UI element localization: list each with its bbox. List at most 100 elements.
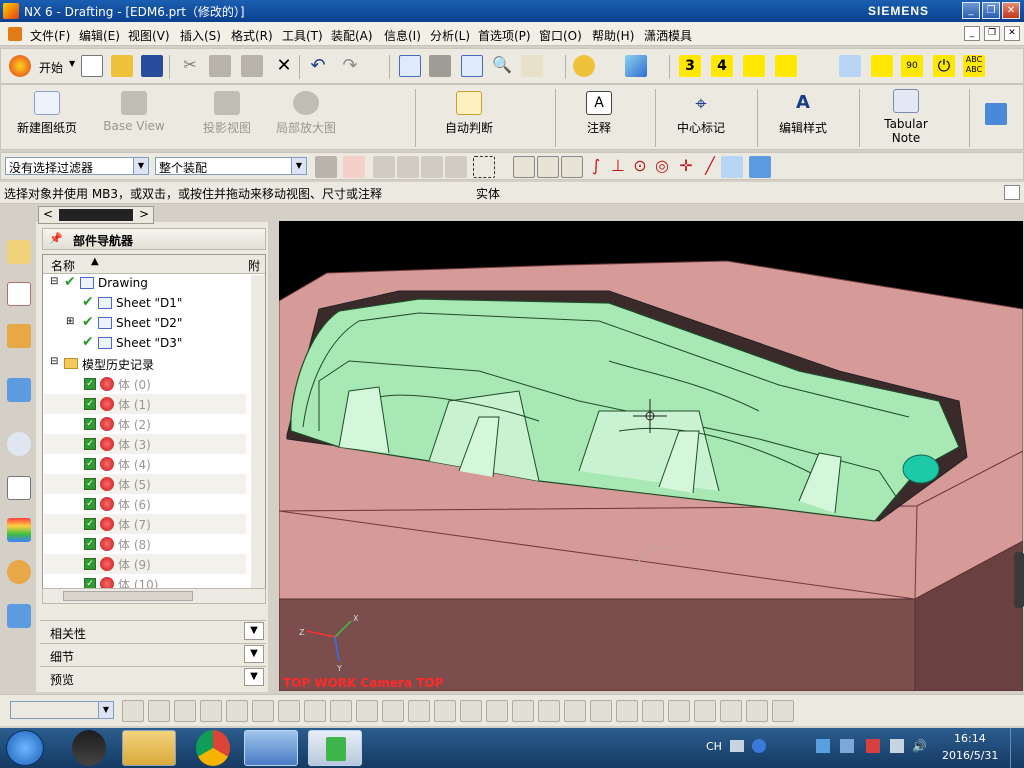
tangent-icon[interactable] <box>486 700 508 722</box>
rectangle-select-icon[interactable] <box>473 156 495 178</box>
projected-view-button[interactable]: 投影视图 <box>199 91 255 136</box>
network-icon[interactable] <box>866 739 880 753</box>
tree-row-body[interactable]: ✓ 体 (0) <box>44 374 246 394</box>
visibility-checkbox[interactable]: ✓ <box>84 558 96 570</box>
expand-icon[interactable]: ⊞ <box>66 316 74 327</box>
snap-body-icon[interactable] <box>749 156 771 178</box>
snap-curve-icon[interactable]: ∫ <box>585 156 607 178</box>
preview-section[interactable]: 预览 ▼ <box>40 666 266 688</box>
undo-icon[interactable]: ↶ <box>307 55 329 77</box>
select-icon-2[interactable] <box>397 156 419 178</box>
tree-row-body[interactable]: ✓ 体 (1) <box>44 394 246 414</box>
layer-4-icon[interactable]: 4 <box>711 55 733 77</box>
parallel-icon[interactable] <box>512 700 534 722</box>
new-sheet-button[interactable]: 新建图纸页 <box>17 91 77 136</box>
pan-icon[interactable] <box>521 55 543 77</box>
explorer-icon[interactable] <box>122 730 176 766</box>
snap-quadrant-icon[interactable]: ◎ <box>651 156 673 178</box>
tree-row-body[interactable]: ✓ 体 (8) <box>44 534 246 554</box>
system-materials-icon[interactable] <box>7 476 31 500</box>
filter-settings-icon[interactable] <box>315 156 337 178</box>
tree-vertical-scrollbar[interactable] <box>251 275 265 603</box>
project-icon[interactable] <box>720 700 742 722</box>
visibility-checkbox[interactable]: ✓ <box>84 438 96 450</box>
clock-time[interactable]: 16:14 <box>954 732 986 745</box>
graphics-window[interactable]: Z Y X Z X Y TOP WORK Camera TOP <box>279 221 1023 691</box>
close-button[interactable]: ✕ <box>1002 2 1020 19</box>
qq-icon[interactable] <box>72 730 106 766</box>
fit-view-icon[interactable] <box>399 55 421 77</box>
maximize-panel-icon[interactable] <box>1004 185 1020 200</box>
constraint-icon[interactable] <box>408 700 430 722</box>
arc-icon[interactable] <box>174 700 196 722</box>
chamfer-icon[interactable] <box>252 700 274 722</box>
scroll-thumb[interactable] <box>63 591 193 601</box>
start-menu-button[interactable]: 开始 <box>39 59 63 76</box>
selection-filter-dropdown[interactable]: 没有选择过滤器 ▼ <box>5 157 149 175</box>
collapse-icon[interactable]: ⊟ <box>50 276 58 287</box>
help-icon[interactable] <box>752 739 766 753</box>
selection-icon[interactable] <box>573 55 595 77</box>
forward-arrow-icon[interactable]: > <box>139 207 149 221</box>
back-arrow-icon[interactable]: < <box>43 207 53 221</box>
web-browser-icon[interactable] <box>7 378 31 402</box>
snap-point-icon[interactable] <box>343 156 365 178</box>
copy-icon[interactable] <box>209 55 231 77</box>
visibility-checkbox[interactable]: ✓ <box>84 458 96 470</box>
quick-trim-icon[interactable] <box>278 700 300 722</box>
delete-icon[interactable]: ✕ <box>273 55 295 77</box>
mold-tool-c-icon[interactable] <box>839 55 861 77</box>
extrude-icon[interactable] <box>772 700 794 722</box>
line-icon[interactable] <box>148 700 170 722</box>
volume-icon[interactable]: 🔊 <box>912 739 927 753</box>
snap-face-icon[interactable] <box>721 156 743 178</box>
select-icon-1[interactable] <box>373 156 395 178</box>
zoom-icon[interactable]: 🔍 <box>491 55 513 77</box>
quick-extend-icon[interactable] <box>304 700 326 722</box>
doc-minimize-button[interactable]: _ <box>964 26 980 41</box>
visibility-checkbox[interactable]: ✓ <box>84 418 96 430</box>
perpendicular-icon[interactable] <box>460 700 482 722</box>
visibility-checkbox[interactable]: ✓ <box>84 518 96 530</box>
collapse-icon[interactable]: ⊟ <box>50 356 58 367</box>
start-dropdown-icon[interactable]: ▼ <box>69 59 75 68</box>
pattern-icon[interactable] <box>668 700 690 722</box>
sort-asc-icon[interactable]: ▲ <box>91 256 99 267</box>
menu-help[interactable]: 帮助(H) <box>592 27 634 44</box>
clock-date[interactable]: 2016/5/31 <box>942 749 998 762</box>
menu-format[interactable]: 格式(R) <box>231 27 273 44</box>
chevron-down-icon[interactable]: ▼ <box>244 622 264 640</box>
chevron-down-icon[interactable]: ▼ <box>244 645 264 663</box>
circle-icon[interactable] <box>200 700 222 722</box>
menu-insert[interactable]: 插入(S) <box>180 27 221 44</box>
center-mark-button[interactable]: ⌖ 中心标记 <box>675 91 727 136</box>
redo-icon[interactable]: ↷ <box>339 55 361 77</box>
tabular-note-button[interactable]: Tabular Note <box>879 89 933 145</box>
doc-close-button[interactable]: ✕ <box>1004 26 1020 41</box>
camtasia-icon[interactable] <box>308 730 362 766</box>
start-icon[interactable] <box>9 55 31 77</box>
auto-dimension-button[interactable]: 自动判断 <box>441 91 497 136</box>
snap-point-plus-icon[interactable]: ✛ <box>675 156 697 178</box>
paste-icon[interactable] <box>241 55 263 77</box>
offset-icon[interactable] <box>616 700 638 722</box>
column-attach-header[interactable]: 附 <box>248 257 260 274</box>
new-file-icon[interactable] <box>81 55 103 77</box>
region-icon[interactable] <box>746 700 768 722</box>
snap-intersect-icon[interactable]: ⊥ <box>607 156 629 178</box>
viewport-edge-handle[interactable] <box>1014 552 1024 608</box>
menu-preferences[interactable]: 首选项(P) <box>478 27 531 44</box>
shield-icon[interactable] <box>816 739 830 753</box>
pin-icon[interactable]: 📌 <box>49 232 63 245</box>
visibility-checkbox[interactable]: ✓ <box>84 498 96 510</box>
save-icon[interactable] <box>141 55 163 77</box>
menu-edit[interactable]: 编辑(E) <box>79 27 120 44</box>
palette-icon[interactable] <box>7 518 31 542</box>
rotate-90-icon[interactable]: 90 <box>901 55 923 77</box>
base-view-button[interactable]: Base View <box>101 91 167 133</box>
note-button[interactable]: A 注释 <box>581 91 617 136</box>
cut-icon[interactable]: ✂ <box>179 55 201 77</box>
mirror-icon[interactable] <box>642 700 664 722</box>
select-icon-3[interactable] <box>421 156 443 178</box>
profile-icon[interactable] <box>122 700 144 722</box>
